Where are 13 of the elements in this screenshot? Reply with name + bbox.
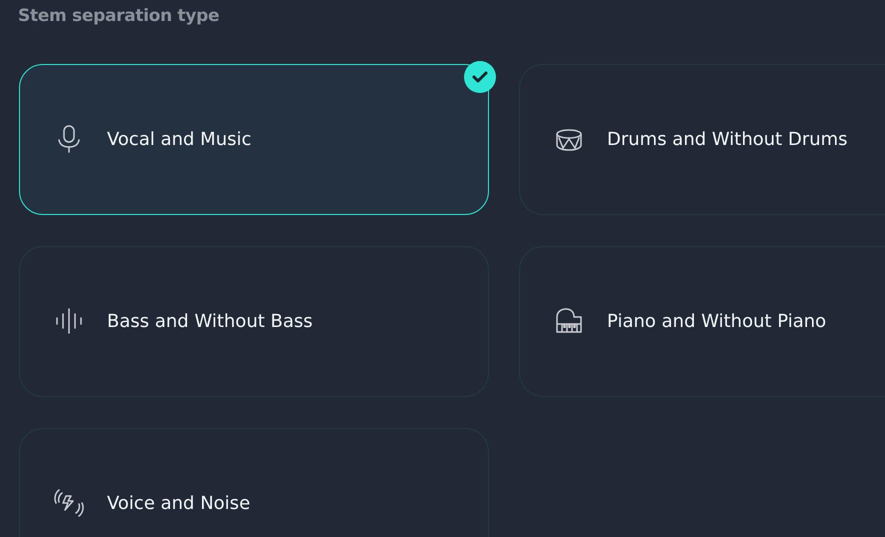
option-label: Vocal and Music xyxy=(107,128,252,152)
option-label: Voice and Noise xyxy=(107,492,250,516)
option-label: Piano and Without Piano xyxy=(607,310,826,334)
section-heading: Stem separation type xyxy=(18,5,220,28)
checkmark-icon xyxy=(464,60,496,92)
option-card[interactable]: Bass and Without Bass xyxy=(19,246,489,396)
option-label: Bass and Without Bass xyxy=(107,310,313,334)
option-card[interactable]: Piano and Without Piano xyxy=(519,246,885,396)
option-label: Drums and Without Drums xyxy=(607,128,848,152)
noise-icon xyxy=(53,487,85,519)
option-card[interactable]: Voice and Noise xyxy=(19,428,489,537)
option-card[interactable]: Vocal and Music xyxy=(19,64,489,214)
option-card[interactable]: Drums and Without Drums xyxy=(519,64,885,214)
